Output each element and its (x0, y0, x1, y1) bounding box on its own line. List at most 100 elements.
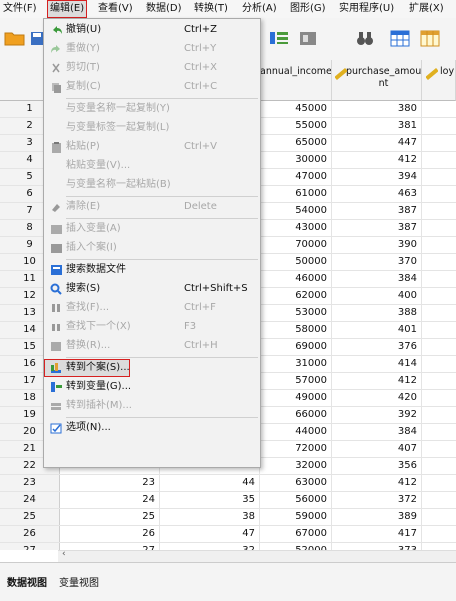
cell-purchase-amount[interactable]: 420 (332, 390, 422, 406)
data-table-icon[interactable] (389, 28, 411, 48)
menu-item-options[interactable]: 选项(N)... (44, 419, 260, 437)
cell-purchase-amount[interactable]: 392 (332, 407, 422, 423)
row-number-cell[interactable]: 24 (0, 492, 60, 508)
column-header-purchase-amount[interactable]: purchase_amou nt (332, 60, 422, 101)
row-number-cell[interactable]: 23 (0, 475, 60, 491)
menu-item-eraser[interactable]: 清除(E) Delete (44, 198, 260, 216)
cell-annual-income[interactable]: 50000 (260, 254, 332, 270)
table-row[interactable]: 24 24 35 56000 372 (0, 492, 456, 509)
tab-variable-view[interactable]: 变量视图 (56, 575, 102, 593)
cell-purchase-amount[interactable]: 388 (332, 305, 422, 321)
menu-item-menu-item-5[interactable]: 与变量标签一起复制(L) (44, 119, 260, 137)
cell-purchase-amount[interactable]: 370 (332, 254, 422, 270)
cell-purchase-amount[interactable]: 372 (332, 492, 422, 508)
chart-icon[interactable] (297, 28, 319, 48)
cell-purchase-amount[interactable]: 380 (332, 101, 422, 117)
cell-purchase-amount[interactable]: 384 (332, 271, 422, 287)
table-row[interactable]: 25 25 38 59000 389 (0, 509, 456, 526)
menu-item-insert-variable[interactable]: 插入变量(A) (44, 220, 260, 238)
cell-annual-income[interactable]: 43000 (260, 220, 332, 236)
cell-annual-income[interactable]: 32000 (260, 458, 332, 474)
cell-col-b[interactable]: 38 (160, 509, 260, 525)
cell-annual-income[interactable]: 52000 (260, 543, 332, 550)
cell-annual-income[interactable]: 44000 (260, 424, 332, 440)
cell-annual-income[interactable]: 62000 (260, 288, 332, 304)
menu-item-menu-item-7[interactable]: 粘贴变量(V)... (44, 157, 260, 175)
menu-extensions[interactable]: 扩展(X) (406, 0, 447, 18)
cell-purchase-amount[interactable]: 394 (332, 169, 422, 185)
cell-purchase-amount[interactable]: 387 (332, 203, 422, 219)
menu-item-redo[interactable]: 重做(Y) Ctrl+Y (44, 40, 260, 58)
menu-item-paste[interactable]: 粘贴(P) Ctrl+V (44, 138, 260, 156)
cell-annual-income[interactable]: 47000 (260, 169, 332, 185)
cell-annual-income[interactable]: 67000 (260, 526, 332, 542)
menu-item-search[interactable]: 搜索(S) Ctrl+Shift+S (44, 280, 260, 298)
value-labels-icon[interactable] (419, 28, 441, 48)
cell-purchase-amount[interactable]: 412 (332, 373, 422, 389)
cell-purchase-amount[interactable]: 412 (332, 152, 422, 168)
cell-purchase-amount[interactable]: 414 (332, 356, 422, 372)
cell-annual-income[interactable]: 45000 (260, 101, 332, 117)
menu-item-find-next[interactable]: 查找下一个(X) F3 (44, 318, 260, 336)
menu-analyze[interactable]: 分析(A) (239, 0, 280, 18)
cell-purchase-amount[interactable]: 373 (332, 543, 422, 550)
menu-item-replace[interactable]: 替换(R)... Ctrl+H (44, 337, 260, 355)
cell-purchase-amount[interactable]: 417 (332, 526, 422, 542)
cell-annual-income[interactable]: 30000 (260, 152, 332, 168)
cell-annual-income[interactable]: 61000 (260, 186, 332, 202)
cell-annual-income[interactable]: 70000 (260, 237, 332, 253)
tab-data-view[interactable]: 数据视图 (4, 575, 50, 593)
cell-purchase-amount[interactable]: 376 (332, 339, 422, 355)
cell-purchase-amount[interactable]: 463 (332, 186, 422, 202)
menu-edit[interactable]: 编辑(E) (47, 0, 88, 18)
menu-transform[interactable]: 转换(T) (191, 0, 231, 18)
menu-data[interactable]: 数据(D) (143, 0, 185, 18)
variables-grid-icon[interactable] (268, 28, 290, 48)
table-row[interactable]: 23 23 44 63000 412 (0, 475, 456, 492)
cell-purchase-amount[interactable]: 387 (332, 220, 422, 236)
row-number-cell[interactable]: 26 (0, 526, 60, 542)
cell-annual-income[interactable]: 57000 (260, 373, 332, 389)
cell-col-b[interactable]: 44 (160, 475, 260, 491)
cell-annual-income[interactable]: 63000 (260, 475, 332, 491)
menu-item-search-datafile[interactable]: 搜索数据文件 (44, 261, 260, 279)
scroll-left-icon[interactable]: ‹ (62, 549, 66, 559)
cell-purchase-amount[interactable]: 390 (332, 237, 422, 253)
cell-annual-income[interactable]: 59000 (260, 509, 332, 525)
cell-annual-income[interactable]: 49000 (260, 390, 332, 406)
menu-item-cut[interactable]: 剪切(T) Ctrl+X (44, 59, 260, 77)
menu-item-menu-item-8[interactable]: 与变量名称一起粘贴(B) (44, 176, 260, 194)
cell-annual-income[interactable]: 58000 (260, 322, 332, 338)
menu-file[interactable]: 文件(F) (0, 0, 40, 18)
cell-purchase-amount[interactable]: 381 (332, 118, 422, 134)
cell-annual-income[interactable]: 56000 (260, 492, 332, 508)
cell-annual-income[interactable]: 66000 (260, 407, 332, 423)
cell-annual-income[interactable]: 69000 (260, 339, 332, 355)
menu-item-insert-case[interactable]: 插入个案(I) (44, 239, 260, 257)
column-header-loyalty[interactable]: loy (422, 60, 456, 101)
menu-item-copy[interactable]: 复制(C) Ctrl+C (44, 78, 260, 96)
cell-annual-income[interactable]: 31000 (260, 356, 332, 372)
cell-annual-income[interactable]: 54000 (260, 203, 332, 219)
cell-annual-income[interactable]: 55000 (260, 118, 332, 134)
cell-purchase-amount[interactable]: 400 (332, 288, 422, 304)
cell-col-b[interactable]: 47 (160, 526, 260, 542)
menu-item-goto-case[interactable]: 转到个案(S)... (44, 359, 130, 377)
table-row[interactable]: 26 26 47 67000 417 (0, 526, 456, 543)
menu-graphs[interactable]: 图形(G) (287, 0, 329, 18)
cell-col-a[interactable]: 24 (60, 492, 160, 508)
cell-col-b[interactable]: 32 (160, 543, 260, 550)
binoculars-icon[interactable] (354, 28, 376, 48)
menu-item-goto-imputation[interactable]: 转到插补(M)... (44, 397, 260, 415)
column-header-annual-income[interactable]: annual_income (260, 60, 332, 101)
cell-purchase-amount[interactable]: 401 (332, 322, 422, 338)
cell-purchase-amount[interactable]: 412 (332, 475, 422, 491)
cell-col-a[interactable]: 25 (60, 509, 160, 525)
cell-purchase-amount[interactable]: 389 (332, 509, 422, 525)
cell-col-a[interactable]: 23 (60, 475, 160, 491)
cell-purchase-amount[interactable]: 407 (332, 441, 422, 457)
table-row[interactable]: 27273252000373 (0, 543, 456, 550)
cell-purchase-amount[interactable]: 447 (332, 135, 422, 151)
row-number-cell[interactable]: 27 (0, 543, 60, 550)
cell-annual-income[interactable]: 46000 (260, 271, 332, 287)
